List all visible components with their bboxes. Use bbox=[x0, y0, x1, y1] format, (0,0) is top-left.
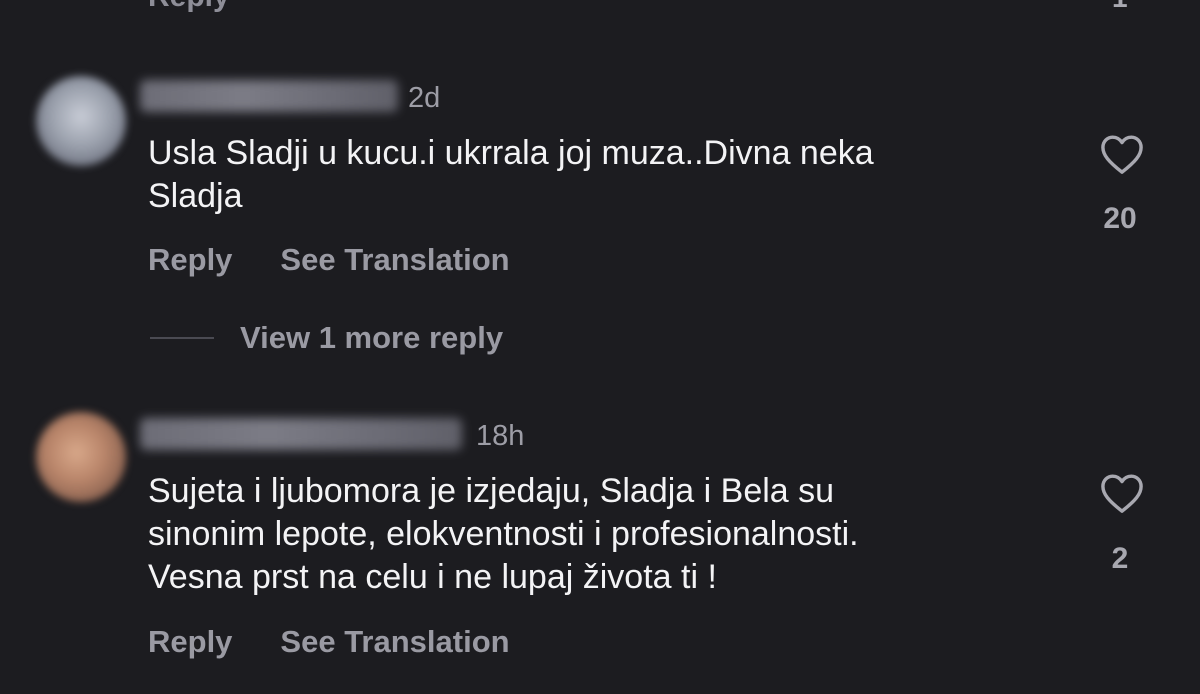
divider bbox=[150, 337, 214, 339]
avatar[interactable] bbox=[36, 76, 126, 166]
comment-text-line: Sladja bbox=[148, 177, 243, 215]
reply-button[interactable]: Reply bbox=[148, 242, 232, 278]
avatar[interactable] bbox=[36, 412, 126, 502]
reply-button[interactable]: Reply bbox=[148, 624, 232, 660]
like-count: 1 bbox=[1112, 0, 1128, 14]
reply-button[interactable]: Reply bbox=[148, 0, 230, 14]
username-redacted[interactable] bbox=[140, 80, 398, 112]
like-count: 2 bbox=[1111, 542, 1129, 575]
comment-timestamp: 18h bbox=[476, 420, 525, 452]
heart-outline-icon bbox=[1101, 474, 1143, 513]
see-translation-button[interactable]: See Translation bbox=[280, 624, 509, 660]
comment-actions: Reply See Translation bbox=[148, 624, 510, 660]
like-button[interactable] bbox=[1094, 472, 1150, 514]
comment-text-line: Sujeta i ljubomora je izjedaju, Sladja i… bbox=[148, 472, 835, 510]
comment-text: Usla Sladji u kucu.i ukrrala joj muza..D… bbox=[148, 132, 1048, 218]
comment-actions: Reply See Translation bbox=[148, 242, 510, 278]
comment-text-line: Vesna prst na celu i ne lupaj života ti … bbox=[148, 558, 717, 596]
view-more-replies[interactable]: View 1 more reply bbox=[150, 320, 503, 356]
comment-text-line: Usla Sladji u kucu.i ukrrala joj muza..D… bbox=[148, 134, 874, 172]
username-redacted[interactable] bbox=[140, 418, 462, 450]
like-button[interactable] bbox=[1094, 133, 1150, 175]
comment-timestamp: 2d bbox=[408, 82, 441, 114]
like-count: 20 bbox=[1103, 202, 1137, 235]
comment-text-line: sinonim lepote, elokventnosti i profesio… bbox=[148, 515, 859, 553]
previous-comment-partial: Reply 1 bbox=[0, 0, 1200, 30]
view-more-replies-label[interactable]: View 1 more reply bbox=[240, 320, 503, 356]
comment-text: Sujeta i ljubomora je izjedaju, Sladja i… bbox=[148, 470, 1048, 599]
see-translation-button[interactable]: See Translation bbox=[280, 242, 509, 278]
heart-outline-icon bbox=[1101, 135, 1143, 174]
